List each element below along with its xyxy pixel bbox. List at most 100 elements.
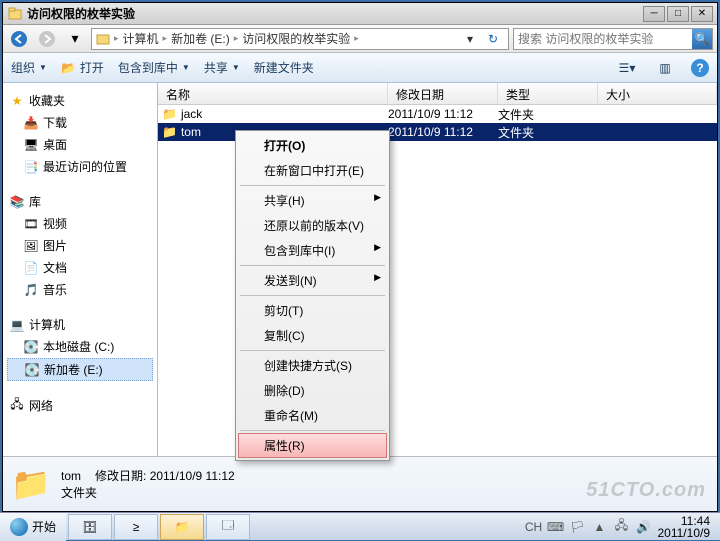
computer-icon: 💻: [9, 317, 25, 333]
minimize-button[interactable]: ─: [643, 6, 665, 22]
watermark: 51CTO.com: [586, 479, 706, 502]
drive-icon: 💽: [23, 339, 39, 355]
tray-up-icon[interactable]: ▲: [592, 519, 608, 535]
forward-button[interactable]: [35, 28, 59, 50]
chevron-right-icon[interactable]: ▸: [234, 33, 239, 44]
chevron-right-icon: ▶: [374, 242, 381, 253]
menu-share[interactable]: 共享(H)▶: [238, 188, 387, 213]
close-button[interactable]: ✕: [691, 6, 713, 22]
menu-delete[interactable]: 删除(D): [238, 378, 387, 403]
chevron-right-icon[interactable]: ▸: [354, 33, 359, 44]
address-bar[interactable]: ▸ 计算机 ▸ 新加卷 (E:) ▸ 访问权限的枚举实验 ▸ ▾ ↻: [91, 28, 509, 50]
window-title: 访问权限的枚举实验: [27, 5, 643, 22]
system-tray: CH ⌨ 🏳 ▲ 🖧 🔊 11:44 2011/10/9: [520, 515, 720, 539]
taskbar-app[interactable]: 🗔: [206, 514, 250, 540]
sidebar-computer[interactable]: 💻计算机: [7, 314, 153, 335]
picture-icon: 🖼: [23, 238, 39, 254]
search-input[interactable]: [514, 32, 692, 46]
help-button[interactable]: ?: [691, 59, 709, 77]
titlebar[interactable]: 访问权限的枚举实验 ─ □ ✕: [3, 3, 717, 25]
sidebar-item-documents[interactable]: 📄文档: [7, 257, 153, 278]
col-type[interactable]: 类型: [498, 83, 598, 104]
nav-sidebar: ★收藏夹 📥下载 🖥桌面 📑最近访问的位置 📚库 🎞视频 🖼图片 📄文档 🎵音乐…: [3, 83, 158, 456]
recent-icon: 📑: [23, 159, 39, 175]
folder-icon: 📁: [11, 464, 51, 504]
tray-flag-icon[interactable]: 🏳: [570, 519, 586, 535]
menu-cut[interactable]: 剪切(T): [238, 298, 387, 323]
sidebar-item-music[interactable]: 🎵音乐: [7, 279, 153, 300]
sidebar-item-drive-c[interactable]: 💽本地磁盘 (C:): [7, 336, 153, 357]
music-icon: 🎵: [23, 282, 39, 298]
menu-copy[interactable]: 复制(C): [238, 323, 387, 348]
menu-send-to[interactable]: 发送到(N)▶: [238, 268, 387, 293]
menu-rename[interactable]: 重命名(M): [238, 403, 387, 428]
document-icon: 📄: [23, 260, 39, 276]
col-name[interactable]: 名称: [158, 83, 388, 104]
network-icon: 🖧: [9, 398, 25, 414]
include-library-button[interactable]: 包含到库中▼: [118, 59, 190, 76]
sidebar-item-downloads[interactable]: 📥下载: [7, 112, 153, 133]
column-header: 名称 修改日期 类型 大小: [158, 83, 717, 105]
taskbar-explorer[interactable]: 📁: [160, 514, 204, 540]
video-icon: 🎞: [23, 216, 39, 232]
star-icon: ★: [9, 93, 25, 109]
share-button[interactable]: 共享▼: [204, 59, 240, 76]
refresh-button[interactable]: ↻: [482, 32, 504, 46]
search-box[interactable]: 🔍: [513, 28, 713, 50]
chevron-right-icon[interactable]: ▸: [163, 33, 168, 44]
window-icon: [7, 6, 23, 22]
open-button[interactable]: 📂打开: [61, 59, 104, 76]
windows-orb-icon: [10, 518, 28, 536]
sidebar-item-desktop[interactable]: 🖥桌面: [7, 134, 153, 155]
back-button[interactable]: [7, 28, 31, 50]
ime-icon[interactable]: ⌨: [548, 519, 564, 535]
search-icon[interactable]: 🔍: [692, 29, 712, 49]
network-tray-icon[interactable]: 🖧: [614, 519, 630, 535]
breadcrumb[interactable]: 新加卷 (E:): [171, 30, 230, 47]
clock[interactable]: 11:44 2011/10/9: [658, 515, 715, 539]
breadcrumb[interactable]: 计算机: [123, 30, 159, 47]
folder-icon: 📁: [162, 107, 177, 121]
taskbar-server-manager[interactable]: 🗄: [68, 514, 112, 540]
sidebar-favorites[interactable]: ★收藏夹: [7, 90, 153, 111]
menu-restore-versions[interactable]: 还原以前的版本(V): [238, 213, 387, 238]
open-icon: 📂: [61, 61, 76, 75]
menu-include-library[interactable]: 包含到库中(I)▶: [238, 238, 387, 263]
chevron-right-icon: ▶: [374, 192, 381, 203]
new-folder-button[interactable]: 新建文件夹: [254, 59, 314, 76]
sidebar-item-recent[interactable]: 📑最近访问的位置: [7, 156, 153, 177]
desktop-icon: 🖥: [23, 137, 39, 153]
sidebar-libraries[interactable]: 📚库: [7, 191, 153, 212]
context-menu: 打开(O) 在新窗口中打开(E) 共享(H)▶ 还原以前的版本(V) 包含到库中…: [235, 130, 390, 461]
history-dropdown[interactable]: ▾: [63, 28, 87, 50]
view-button[interactable]: ☰▾: [615, 57, 639, 79]
taskbar: 开始 🗄 ≥ 📁 🗔 CH ⌨ 🏳 ▲ 🖧 🔊 11:44 2011/10/9: [0, 512, 720, 540]
table-row[interactable]: 📁jack 2011/10/9 11:12 文件夹: [158, 105, 717, 123]
chevron-right-icon[interactable]: ▸: [114, 33, 119, 44]
library-icon: 📚: [9, 194, 25, 210]
address-dropdown[interactable]: ▾: [462, 32, 478, 46]
menu-open-new-window[interactable]: 在新窗口中打开(E): [238, 158, 387, 183]
col-size[interactable]: 大小: [598, 83, 717, 104]
sound-tray-icon[interactable]: 🔊: [636, 519, 652, 535]
sidebar-item-videos[interactable]: 🎞视频: [7, 213, 153, 234]
maximize-button[interactable]: □: [667, 6, 689, 22]
organize-button[interactable]: 组织▼: [11, 59, 47, 76]
sidebar-item-drive-e[interactable]: 💽新加卷 (E:): [7, 358, 153, 381]
col-modified[interactable]: 修改日期: [388, 83, 498, 104]
taskbar-powershell[interactable]: ≥: [114, 514, 158, 540]
downloads-icon: 📥: [23, 115, 39, 131]
menu-create-shortcut[interactable]: 创建快捷方式(S): [238, 353, 387, 378]
lang-indicator[interactable]: CH: [526, 519, 542, 535]
drive-icon: 💽: [24, 362, 40, 378]
breadcrumb[interactable]: 访问权限的枚举实验: [242, 30, 350, 47]
toolbar: 组织▼ 📂打开 包含到库中▼ 共享▼ 新建文件夹 ☰▾ ▥ ?: [3, 53, 717, 83]
start-button[interactable]: 开始: [0, 513, 66, 541]
navbar: ▾ ▸ 计算机 ▸ 新加卷 (E:) ▸ 访问权限的枚举实验 ▸ ▾ ↻ 🔍: [3, 25, 717, 53]
sidebar-network[interactable]: 🖧网络: [7, 395, 153, 416]
menu-properties[interactable]: 属性(R): [238, 433, 387, 458]
menu-open[interactable]: 打开(O): [238, 133, 387, 158]
folder-icon: 📁: [162, 125, 177, 139]
preview-pane-button[interactable]: ▥: [653, 57, 677, 79]
sidebar-item-pictures[interactable]: 🖼图片: [7, 235, 153, 256]
